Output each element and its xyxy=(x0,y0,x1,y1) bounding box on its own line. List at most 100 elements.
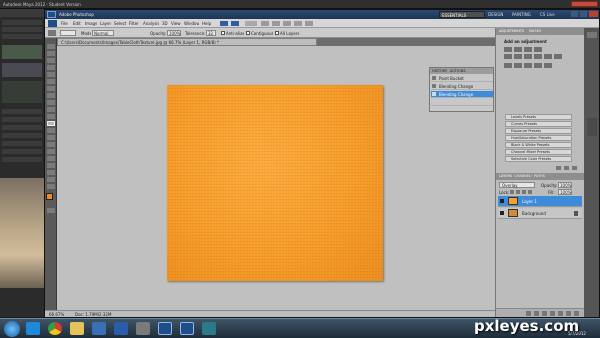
outer-panel-row[interactable] xyxy=(2,157,42,162)
outer-menubar[interactable] xyxy=(0,9,44,17)
lasso-tool-icon[interactable] xyxy=(47,58,55,63)
gradient-map-icon[interactable] xyxy=(534,63,542,68)
vibrance-icon[interactable] xyxy=(504,54,512,59)
bridge-icon[interactable] xyxy=(220,21,228,26)
menu-image[interactable]: Image xyxy=(85,21,97,26)
menu-filter[interactable]: Filter xyxy=(129,21,140,26)
menu-window[interactable]: Window xyxy=(184,21,199,26)
layer-mask-icon[interactable] xyxy=(542,311,547,316)
ie-icon[interactable] xyxy=(26,322,40,335)
delete-layer-icon[interactable] xyxy=(574,311,579,316)
exposure-icon[interactable] xyxy=(534,47,542,52)
outer-panel-swatch[interactable] xyxy=(2,63,42,77)
brush-tool-icon[interactable] xyxy=(47,93,55,98)
preset-hue-saturation[interactable]: Hue/Saturation Presets xyxy=(505,135,572,141)
close-icon[interactable] xyxy=(589,11,598,17)
paths-tab[interactable]: PATHS xyxy=(534,174,548,178)
clip-icon[interactable] xyxy=(564,166,569,170)
mode-dropdown[interactable]: Normal xyxy=(92,30,114,36)
adjustment-layer-icon[interactable] xyxy=(550,311,555,316)
lock-pixels-icon[interactable] xyxy=(516,190,520,194)
outer-panel-row[interactable] xyxy=(2,141,42,146)
paint-bucket-tool-preset-icon[interactable] xyxy=(48,30,56,36)
curves-icon[interactable] xyxy=(524,47,532,52)
lock-position-icon[interactable] xyxy=(522,190,526,194)
contiguous-checkbox[interactable] xyxy=(246,31,250,35)
link-layers-icon[interactable] xyxy=(526,311,531,316)
actions-tab[interactable]: ACTIONS xyxy=(450,69,466,73)
expand-icon[interactable] xyxy=(556,166,561,170)
layer-opacity-input[interactable]: 100% xyxy=(558,182,572,188)
dodge-tool-icon[interactable] xyxy=(47,135,55,140)
channels-tab[interactable]: CHANNELS xyxy=(514,174,532,178)
preset-curves[interactable]: Curves Presets xyxy=(505,121,572,127)
outer-panel-row[interactable] xyxy=(2,34,42,39)
outer-panel-row[interactable] xyxy=(2,109,42,114)
history-item-selected[interactable]: Blending Change xyxy=(431,91,493,98)
outer-panel-swatch[interactable] xyxy=(2,45,42,59)
posterize-icon[interactable] xyxy=(514,63,522,68)
start-orb-icon[interactable] xyxy=(4,321,20,337)
selective-color-icon[interactable] xyxy=(544,63,552,68)
pen-tool-icon[interactable] xyxy=(47,142,55,147)
document-canvas[interactable] xyxy=(167,85,383,281)
document-tab[interactable]: C:\Users\Documents\Images\TableClothText… xyxy=(57,38,317,46)
invert-icon[interactable] xyxy=(504,63,512,68)
black-white-icon[interactable] xyxy=(534,54,542,59)
brightness-icon[interactable] xyxy=(504,47,512,52)
blend-mode-dropdown[interactable]: Overlay xyxy=(499,182,535,188)
app-icon[interactable] xyxy=(136,322,150,335)
clone-stamp-tool-icon[interactable] xyxy=(47,100,55,105)
word-icon[interactable] xyxy=(114,322,128,335)
fill-input[interactable]: 100% xyxy=(558,189,572,195)
tolerance-input[interactable]: 32 xyxy=(206,30,216,36)
outer-window-titlebar[interactable]: Autodesk Maya 2012 - Student Version xyxy=(0,0,600,9)
shape-tool-icon[interactable] xyxy=(47,163,55,168)
blur-tool-icon[interactable] xyxy=(47,128,55,133)
minimize-icon[interactable] xyxy=(571,11,578,17)
hand-tool-icon[interactable] xyxy=(261,21,269,26)
menu-edit[interactable]: Edit xyxy=(73,21,82,26)
menu-analysis[interactable]: Analysis xyxy=(143,21,159,26)
fill-source-dropdown[interactable] xyxy=(60,30,76,36)
rotate-view-icon[interactable] xyxy=(283,21,291,26)
minibridge-icon[interactable] xyxy=(231,21,239,26)
preset-channel-mixer[interactable]: Channel Mixer Presets xyxy=(505,149,572,155)
visibility-eye-icon[interactable] xyxy=(500,211,504,215)
menu-help[interactable]: Help xyxy=(202,21,212,26)
history-item[interactable]: Blending Change xyxy=(431,83,493,90)
move-tool-icon[interactable] xyxy=(47,44,55,49)
preset-selective-color[interactable]: Selective Color Presets xyxy=(505,156,572,162)
type-tool-icon[interactable] xyxy=(47,149,55,154)
all-layers-checkbox[interactable] xyxy=(275,31,279,35)
menu-file[interactable]: File xyxy=(61,21,70,26)
cs-live-button[interactable]: CS Live xyxy=(540,12,564,17)
3d-rotate-tool-icon[interactable] xyxy=(47,170,55,175)
spot-healing-tool-icon[interactable] xyxy=(47,86,55,91)
menu-layer[interactable]: Layer xyxy=(100,21,111,26)
zoom-tool-icon[interactable] xyxy=(272,21,280,26)
levels-icon[interactable] xyxy=(514,47,522,52)
preset-exposure[interactable]: Exposure Presets xyxy=(505,128,572,134)
path-selection-tool-icon[interactable] xyxy=(47,156,55,161)
adjustments-tab[interactable]: ADJUSTMENTS xyxy=(499,29,527,33)
collapsed-panel-button[interactable] xyxy=(587,118,597,136)
outer-panel-row[interactable] xyxy=(2,27,42,32)
menu-view[interactable]: View xyxy=(171,21,181,26)
group-icon[interactable] xyxy=(558,311,563,316)
outer-panel-row[interactable] xyxy=(2,20,42,25)
layers-tab[interactable]: LAYERS xyxy=(499,174,513,178)
photoshop-icon[interactable] xyxy=(158,322,172,335)
outer-panel-swatch[interactable] xyxy=(2,81,42,103)
foreground-color-swatch[interactable] xyxy=(46,193,53,200)
preset-levels[interactable]: Levels Presets xyxy=(505,114,572,120)
outer-panel-row[interactable] xyxy=(2,125,42,130)
lock-all-icon[interactable] xyxy=(528,190,532,194)
marquee-tool-icon[interactable] xyxy=(47,51,55,56)
arrange-documents-icon[interactable] xyxy=(294,21,302,26)
layer-style-icon[interactable] xyxy=(534,311,539,316)
layer-row[interactable]: Background xyxy=(498,208,582,219)
history-brush-tool-icon[interactable] xyxy=(47,107,55,112)
lock-transparent-icon[interactable] xyxy=(510,190,514,194)
new-layer-icon[interactable] xyxy=(566,311,571,316)
